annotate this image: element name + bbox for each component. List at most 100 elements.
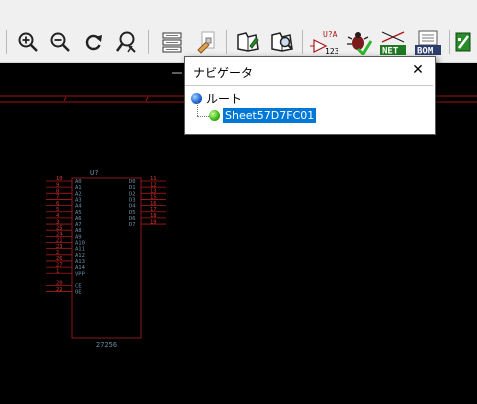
pin-name: D5: [129, 210, 136, 216]
zoom-out-icon: [50, 32, 70, 52]
zoom-in-icon: [18, 32, 38, 52]
pin-name: A8: [75, 228, 82, 234]
browse-symbol-library-button[interactable]: [268, 28, 296, 56]
pin-number: 13: [150, 189, 157, 195]
pin-number: 27: [56, 262, 63, 268]
zoom-out-button[interactable]: [46, 28, 74, 56]
zoom-fit-icon: [115, 31, 136, 53]
pin-number: 25: [56, 225, 63, 231]
pin-name: A5: [75, 210, 82, 216]
pin-number: 16: [150, 201, 157, 207]
hierarchy-navigator-icon: [162, 32, 182, 53]
pin-name: D6: [129, 216, 136, 222]
pin-name: D2: [129, 191, 136, 197]
netlist-button[interactable]: NET: [378, 28, 406, 56]
pin-number: 6: [56, 201, 59, 207]
annotate-label-bottom: 123: [325, 47, 338, 56]
netlist-label: NET: [382, 47, 399, 57]
cvpcb-button[interactable]: [453, 28, 477, 56]
pin-number: 3: [56, 219, 59, 225]
toolbar-separator: [302, 30, 303, 54]
right-pin-group: 11 D0 12 D1 13 D2 15 D3 16 D4 17 D5 18 D6 19 D7: [129, 176, 166, 228]
pin-number: 20: [56, 281, 63, 287]
component-reference: U?: [90, 169, 98, 177]
pin-name: A14: [75, 265, 86, 271]
annotate-icon: U?A 123: [310, 30, 338, 56]
pin-name: A2: [75, 191, 82, 197]
pin: 20 CE: [46, 281, 82, 289]
tree-item-label: ルート: [206, 92, 243, 106]
pin-number: 23: [56, 244, 63, 250]
pin-name: D3: [129, 197, 136, 203]
pin-number: 19: [150, 219, 157, 225]
bom-label: BOM: [417, 47, 434, 57]
toolbar-separator: [226, 30, 227, 54]
pin-name: D1: [129, 185, 136, 191]
pin-name: D4: [129, 204, 136, 210]
tree-item-root[interactable]: ルート: [191, 90, 242, 107]
pin-name: A7: [75, 222, 82, 228]
pin-name: A0: [75, 179, 82, 185]
pin-name: A13: [75, 259, 85, 265]
pin-name: OE: [75, 290, 82, 296]
pin-number: 21: [56, 238, 63, 244]
bom-button[interactable]: BOM: [413, 28, 441, 56]
redraw-button[interactable]: [80, 28, 108, 56]
main-toolbar: U?A 123 NET BOM: [0, 0, 477, 63]
pin-number: 5: [56, 207, 59, 213]
pin-number: 18: [150, 213, 157, 219]
pin-name: D0: [129, 179, 136, 185]
cvpcb-icon: [455, 32, 471, 52]
netlist-icon: NET: [380, 31, 406, 57]
pin-name: A1: [75, 185, 82, 191]
browse-symbol-library-icon: [271, 32, 293, 52]
bom-icon: BOM: [415, 30, 441, 57]
pin-number: 10: [56, 176, 63, 182]
annotate-button[interactable]: U?A 123: [310, 28, 338, 56]
toolbar-separator: [6, 30, 7, 54]
sheet-icon: [209, 110, 220, 121]
pin-number: 9: [56, 182, 59, 188]
pin-number: 8: [56, 189, 59, 195]
edit-symbol-library-icon: [237, 32, 259, 52]
pin-number: 2: [56, 250, 59, 256]
wire-tick: [63, 96, 67, 102]
zoom-in-button[interactable]: [14, 28, 42, 56]
pin-name: CE: [75, 283, 82, 289]
tree-connector: [197, 102, 198, 116]
close-button[interactable]: ✕: [409, 61, 427, 79]
pin-name: A9: [75, 234, 82, 240]
pin-number: 15: [150, 195, 157, 201]
pin-name: A12: [75, 253, 85, 259]
toolbar-separator: [148, 30, 149, 54]
pin-number: 26: [56, 256, 63, 262]
annotate-label-top: U?A: [323, 30, 338, 39]
close-icon: ✕: [412, 62, 424, 78]
erc-check-icon: [347, 32, 372, 55]
pin-name: VPP: [75, 271, 86, 277]
pin-number: 12: [150, 182, 157, 188]
leave-sheet-button[interactable]: [192, 28, 220, 56]
pin-name: A6: [75, 216, 82, 222]
pin-name: A10: [75, 241, 85, 247]
edit-symbol-library-button[interactable]: [234, 28, 262, 56]
pin-number: 1: [56, 268, 59, 274]
navigator-window[interactable]: ナビゲータ ✕ ルート Sheet57D7FC01: [184, 56, 436, 135]
component-value: 27256: [96, 341, 117, 349]
pin-number: 11: [150, 176, 157, 182]
left-pin-group: 10 A09 A18 A27 A36 A45 A54 A63 A725 A824 A921 A1023…: [46, 176, 86, 296]
pin-name: A11: [75, 247, 85, 253]
tree-item-sheet[interactable]: Sheet57D7FC01: [209, 108, 317, 123]
hierarchy-navigator-button[interactable]: [158, 28, 186, 56]
zoom-fit-button[interactable]: [112, 28, 140, 56]
pin-number: 24: [56, 232, 63, 238]
redraw-icon: [85, 34, 102, 51]
navigator-title: ナビゲータ: [193, 66, 254, 80]
pin-number: 7: [56, 195, 59, 201]
pin-name: D7: [129, 222, 136, 228]
pin-name: A3: [75, 197, 82, 203]
wire-tick: [145, 96, 149, 102]
tree-connector: [197, 116, 209, 117]
erc-check-button[interactable]: [345, 28, 373, 56]
toolbar-separator: [449, 30, 450, 54]
